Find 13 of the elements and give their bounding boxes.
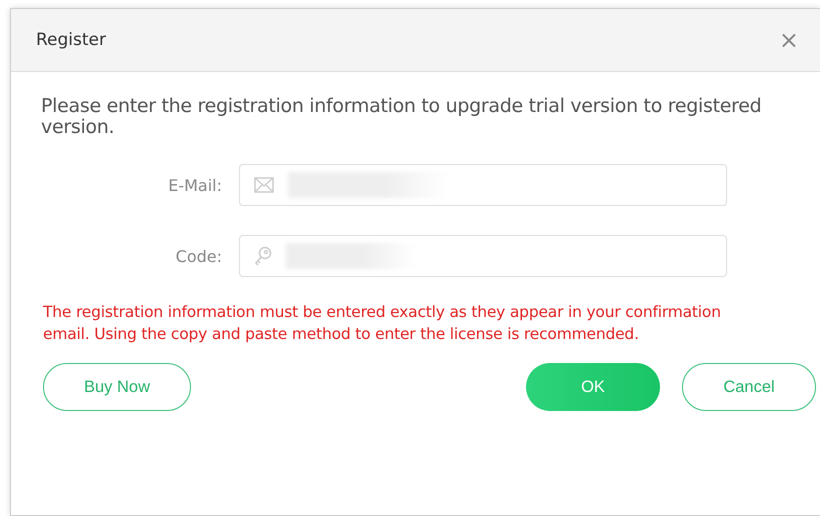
code-field[interactable]: [239, 235, 727, 277]
buy-now-button[interactable]: Buy Now: [43, 363, 191, 411]
intro-text: Please enter the registration information to upgrade trial version to registered version.: [41, 96, 762, 138]
window-title: Register: [36, 30, 106, 50]
field-label: E-Mail:: [167, 176, 223, 194]
envelope-icon: [254, 177, 274, 193]
key-icon: [254, 246, 272, 266]
notice-text: The registration information must be entered exactly as they appear in your confirmation email. Using the copy and paste method to enter the license is recommended.: [42, 302, 722, 345]
cancel-button[interactable]: Cancel: [682, 363, 816, 411]
email-field[interactable]: [239, 164, 727, 206]
close-button[interactable]: ×: [774, 26, 803, 54]
ok-button[interactable]: OK: [526, 363, 660, 411]
field-label: Code:: [174, 246, 223, 266]
